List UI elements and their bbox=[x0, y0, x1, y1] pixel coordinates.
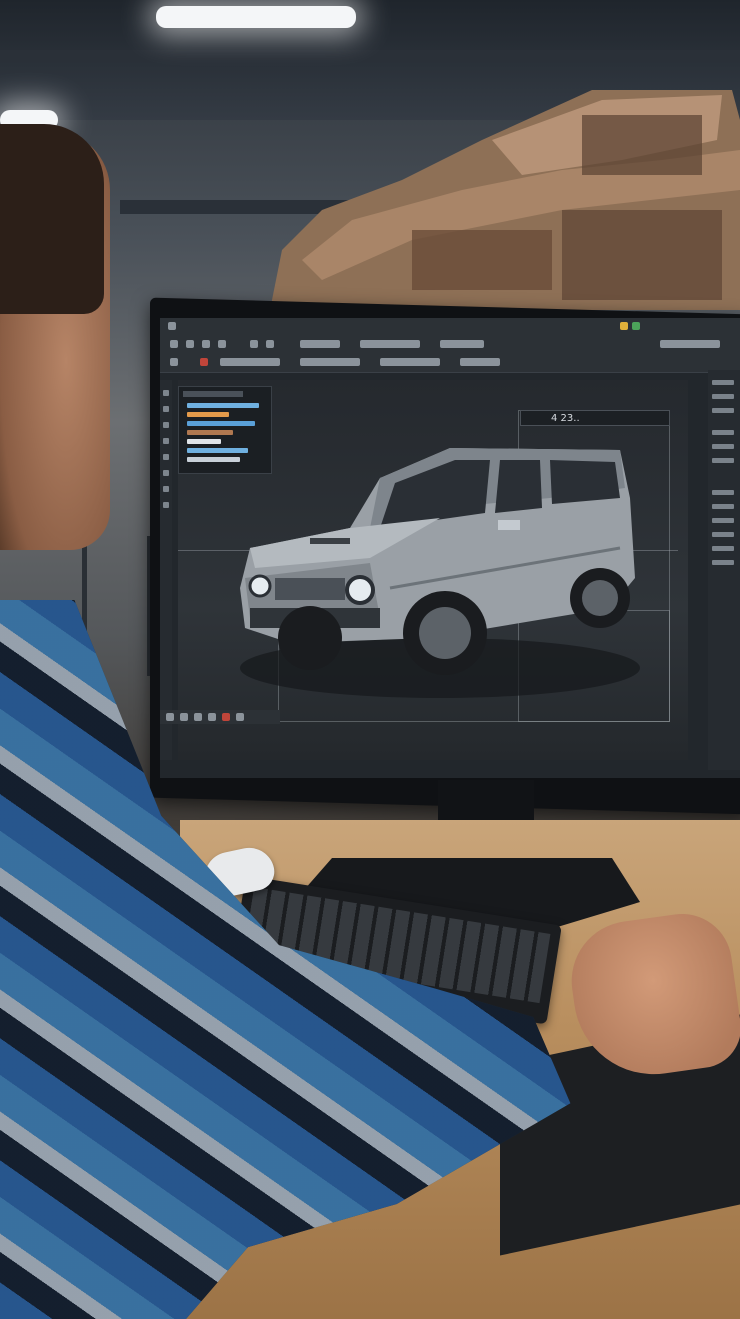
taskbar-icon[interactable] bbox=[194, 713, 202, 721]
toolbar-menu[interactable] bbox=[660, 340, 720, 348]
property-item[interactable] bbox=[712, 546, 734, 551]
toolbar-menu[interactable] bbox=[360, 340, 420, 348]
person-hair bbox=[0, 124, 104, 314]
tool-icon[interactable] bbox=[163, 486, 169, 492]
property-item[interactable] bbox=[712, 560, 734, 565]
ceiling-light bbox=[156, 6, 356, 28]
taskbar-icon[interactable] bbox=[180, 713, 188, 721]
record-icon[interactable] bbox=[200, 358, 208, 366]
camera-icon[interactable] bbox=[250, 340, 258, 348]
taskbar bbox=[160, 710, 280, 724]
layer-bar[interactable] bbox=[187, 430, 233, 435]
tool-icon[interactable] bbox=[163, 390, 169, 396]
left-tool-strip bbox=[160, 380, 172, 760]
app-logo-icon bbox=[168, 322, 176, 330]
property-item[interactable] bbox=[712, 518, 734, 523]
property-item[interactable] bbox=[712, 532, 734, 537]
property-item[interactable] bbox=[712, 458, 734, 463]
layers-panel-header bbox=[183, 391, 243, 397]
property-item[interactable] bbox=[712, 430, 734, 435]
property-item[interactable] bbox=[712, 490, 734, 495]
toolbar-menu[interactable] bbox=[440, 340, 484, 348]
clay-car-model bbox=[272, 90, 740, 310]
tool-icon[interactable] bbox=[163, 406, 169, 412]
warning-icon[interactable] bbox=[620, 322, 628, 330]
move-tool-icon[interactable] bbox=[186, 340, 194, 348]
tool-icon[interactable] bbox=[163, 422, 169, 428]
toolbar-menu[interactable] bbox=[460, 358, 500, 366]
tool-icon[interactable] bbox=[163, 454, 169, 460]
tool-icon[interactable] bbox=[163, 438, 169, 444]
layer-bar[interactable] bbox=[187, 421, 255, 426]
scale-tool-icon[interactable] bbox=[218, 340, 226, 348]
toolbar-menu[interactable] bbox=[300, 358, 360, 366]
property-item[interactable] bbox=[712, 444, 734, 449]
taskbar-icon[interactable] bbox=[222, 713, 230, 721]
status-icon[interactable] bbox=[632, 322, 640, 330]
select-tool-icon[interactable] bbox=[170, 340, 178, 348]
property-item[interactable] bbox=[712, 408, 734, 413]
render-icon[interactable] bbox=[266, 340, 274, 348]
ceiling-beam bbox=[0, 50, 740, 60]
tool-icon[interactable] bbox=[163, 470, 169, 476]
properties-panel bbox=[708, 370, 740, 770]
start-icon[interactable] bbox=[166, 713, 174, 721]
property-item[interactable] bbox=[712, 504, 734, 509]
rotate-tool-icon[interactable] bbox=[202, 340, 210, 348]
layer-bar[interactable] bbox=[187, 412, 229, 417]
layer-bar[interactable] bbox=[187, 439, 221, 444]
cad-screen: 4 23.. bbox=[160, 318, 740, 778]
toolbar-menu[interactable] bbox=[220, 358, 280, 366]
title-bar bbox=[160, 318, 740, 337]
main-toolbar bbox=[160, 336, 740, 355]
coordinate-readout: 4 23.. bbox=[520, 410, 670, 426]
toolbar-menu[interactable] bbox=[380, 358, 440, 366]
taskbar-icon[interactable] bbox=[208, 713, 216, 721]
property-item[interactable] bbox=[712, 380, 734, 385]
toolbar-menu[interactable] bbox=[300, 340, 340, 348]
tool-icon[interactable] bbox=[163, 502, 169, 508]
secondary-toolbar bbox=[160, 354, 740, 373]
layer-bar[interactable] bbox=[187, 403, 259, 408]
suv-3d-model[interactable] bbox=[230, 438, 640, 708]
taskbar-icon[interactable] bbox=[236, 713, 244, 721]
property-item[interactable] bbox=[712, 394, 734, 399]
tool-icon[interactable] bbox=[170, 358, 178, 366]
